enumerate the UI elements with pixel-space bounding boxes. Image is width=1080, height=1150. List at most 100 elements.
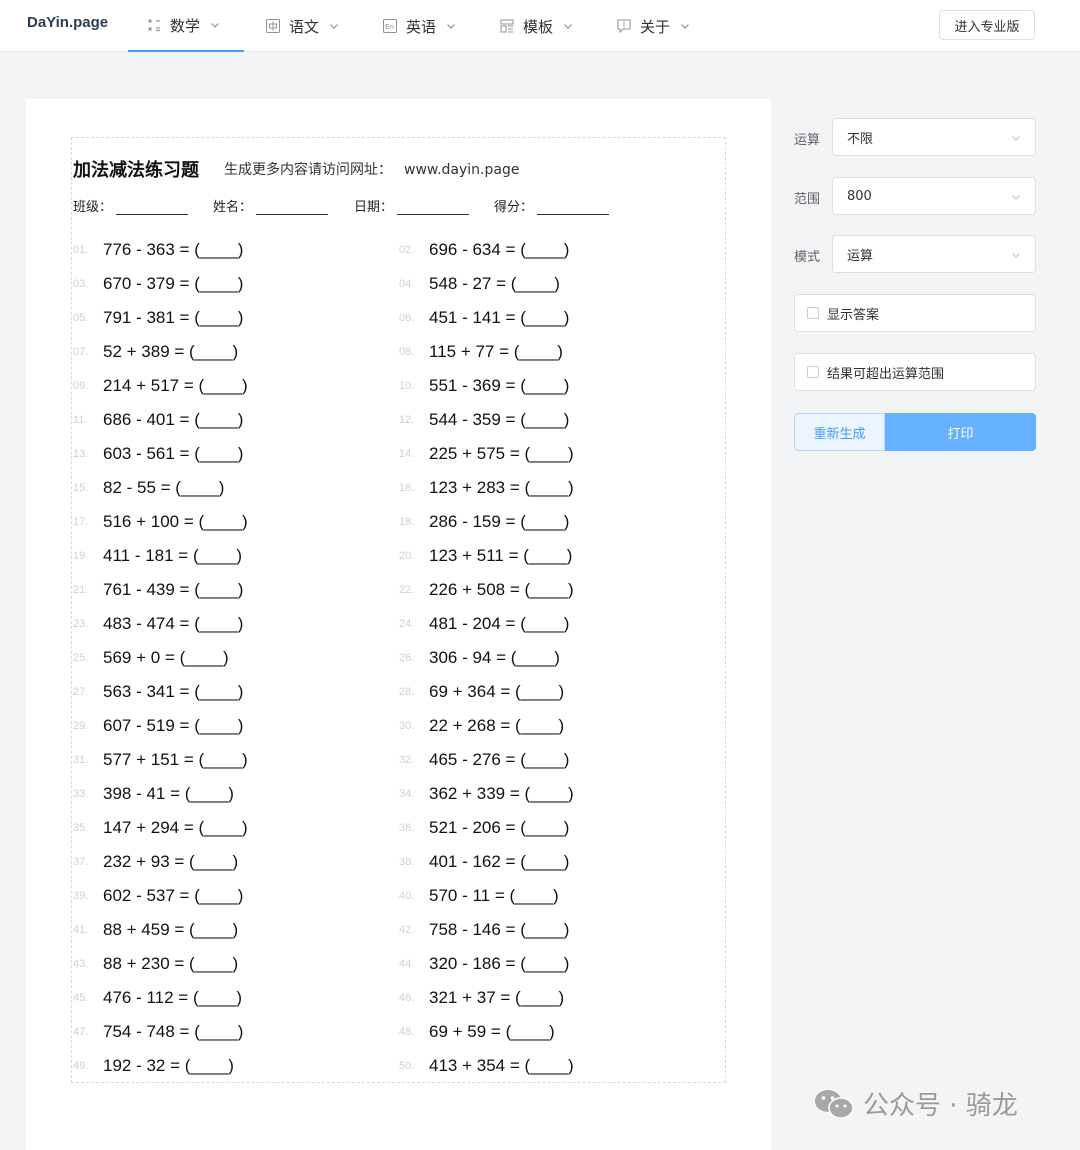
exceed-range-checkbox[interactable]: 结果可超出运算范围 bbox=[794, 353, 1036, 391]
problem-number: 47. bbox=[73, 1026, 89, 1038]
chevron-down-icon bbox=[1012, 136, 1020, 141]
brand-logo[interactable]: DaYin.page bbox=[27, 14, 108, 31]
nav-chinese-label: 语文 bbox=[289, 17, 320, 36]
problem-expression: 320 - 186 = (____) bbox=[429, 954, 570, 973]
operation-select[interactable]: 不限 bbox=[832, 118, 1036, 156]
range-select[interactable]: 800 bbox=[832, 177, 1036, 215]
problem-item: 27. 563 - 341 = (____) bbox=[73, 677, 243, 707]
problem-expression: 754 - 748 = (____) bbox=[103, 1022, 244, 1041]
nav-english[interactable]: En 英语 bbox=[382, 0, 456, 52]
problem-item: 19. 411 - 181 = (____) bbox=[73, 541, 242, 571]
template-icon bbox=[500, 19, 514, 33]
blank-line bbox=[537, 203, 610, 215]
problem-number: 31. bbox=[73, 754, 89, 766]
problem-item: 21. 761 - 439 = (____) bbox=[73, 575, 243, 605]
problem-item: 42. 758 - 146 = (____) bbox=[399, 915, 569, 945]
score-field: 得分： bbox=[494, 196, 610, 215]
problem-item: 33. 398 - 41 = (____) bbox=[73, 779, 234, 809]
problem-expression: 411 - 181 = (____) bbox=[103, 546, 243, 565]
chinese-char-icon bbox=[266, 19, 280, 33]
problem-expression: 321 + 37 = (____) bbox=[429, 988, 565, 1007]
math-ops-icon bbox=[148, 19, 160, 32]
subtitle-text: 生成更多内容请访问网址： bbox=[224, 162, 392, 178]
chevron-down-icon bbox=[1012, 195, 1020, 200]
problem-number: 40. bbox=[399, 890, 415, 902]
problem-item: 45. 476 - 112 = (____) bbox=[73, 983, 242, 1013]
problem-expression: 603 - 561 = (____) bbox=[103, 444, 244, 463]
regenerate-button[interactable]: 重新生成 bbox=[794, 413, 885, 451]
problem-number: 28. bbox=[399, 686, 415, 698]
date-field: 日期： bbox=[354, 196, 470, 215]
problem-expression: 451 - 141 = (____) bbox=[429, 308, 570, 327]
problem-expression: 602 - 537 = (____) bbox=[103, 886, 244, 905]
blank-line bbox=[116, 203, 189, 215]
problem-expression: 226 + 508 = (____) bbox=[429, 580, 574, 599]
problem-number: 41. bbox=[73, 924, 89, 936]
problem-number: 04. bbox=[399, 278, 415, 290]
problem-number: 21. bbox=[73, 584, 89, 596]
problem-number: 27. bbox=[73, 686, 89, 698]
problem-expression: 115 + 77 = (____) bbox=[429, 342, 563, 361]
nav-templates[interactable]: 模板 bbox=[499, 0, 573, 52]
problem-item: 15. 82 - 55 = (____) bbox=[73, 473, 224, 503]
date-label: 日期： bbox=[354, 200, 394, 215]
problem-expression: 123 + 283 = (____) bbox=[429, 478, 574, 497]
print-button[interactable]: 打印 bbox=[885, 413, 1036, 451]
problem-expression: 563 - 341 = (____) bbox=[103, 682, 244, 701]
problem-item: 12. 544 - 359 = (____) bbox=[399, 405, 569, 435]
problem-item: 01. 776 - 363 = (____) bbox=[73, 235, 243, 265]
problem-expression: 88 + 230 = (____) bbox=[103, 954, 239, 973]
message-alert-icon bbox=[617, 19, 631, 34]
mode-select[interactable]: 运算 bbox=[832, 235, 1036, 273]
problem-item: 02. 696 - 634 = (____) bbox=[399, 235, 569, 265]
problem-number: 49. bbox=[73, 1060, 89, 1072]
chevron-down-icon bbox=[1012, 253, 1020, 258]
checkbox-box[interactable] bbox=[807, 366, 819, 378]
problem-number: 44. bbox=[399, 958, 415, 970]
problem-item: 36. 521 - 206 = (____) bbox=[399, 813, 569, 843]
show-answer-checkbox[interactable]: 显示答案 bbox=[794, 294, 1036, 332]
problem-number: 24. bbox=[399, 618, 415, 630]
problem-item: 07. 52 + 389 = (____) bbox=[73, 337, 238, 367]
blank-line bbox=[256, 203, 329, 215]
problem-expression: 362 + 339 = (____) bbox=[429, 784, 574, 803]
problem-number: 25. bbox=[73, 652, 89, 664]
problem-expression: 465 - 276 = (____) bbox=[429, 750, 570, 769]
problem-expression: 569 + 0 = (____) bbox=[103, 648, 229, 667]
problem-item: 16. 123 + 283 = (____) bbox=[399, 473, 574, 503]
problem-item: 26. 306 - 94 = (____) bbox=[399, 643, 560, 673]
problem-number: 09. bbox=[73, 380, 89, 392]
watermark: 公众号 · 骑龙 bbox=[813, 1085, 1018, 1122]
nav-chinese[interactable]: 语文 bbox=[265, 0, 339, 52]
problem-expression: 521 - 206 = (____) bbox=[429, 818, 570, 837]
problem-item: 35. 147 + 294 = (____) bbox=[73, 813, 248, 843]
problem-number: 35. bbox=[73, 822, 89, 834]
pro-version-button[interactable]: 进入专业版 bbox=[939, 10, 1035, 40]
problem-number: 16. bbox=[399, 482, 415, 494]
chevron-down-icon bbox=[681, 24, 689, 29]
problem-item: 04. 548 - 27 = (____) bbox=[399, 269, 560, 299]
problem-expression: 214 + 517 = (____) bbox=[103, 376, 248, 395]
problem-expression: 52 + 389 = (____) bbox=[103, 342, 239, 361]
problem-number: 50. bbox=[399, 1060, 415, 1072]
problem-item: 24. 481 - 204 = (____) bbox=[399, 609, 569, 639]
problem-expression: 476 - 112 = (____) bbox=[103, 988, 243, 1007]
nav-english-label: 英语 bbox=[406, 17, 437, 36]
nav-about[interactable]: 关于 bbox=[616, 0, 690, 52]
problem-number: 07. bbox=[73, 346, 89, 358]
range-label: 范围 bbox=[794, 192, 821, 207]
checkbox-box[interactable] bbox=[807, 307, 819, 319]
problem-number: 12. bbox=[399, 414, 415, 426]
problem-expression: 401 - 162 = (____) bbox=[429, 852, 570, 871]
problem-number: 42. bbox=[399, 924, 415, 936]
problem-expression: 516 + 100 = (____) bbox=[103, 512, 248, 531]
problem-item: 08. 115 + 77 = (____) bbox=[399, 337, 563, 367]
wechat-icon bbox=[815, 1089, 854, 1119]
worksheet-subtitle: 生成更多内容请访问网址： www.dayin.page bbox=[224, 159, 519, 179]
blank-line bbox=[397, 203, 470, 215]
problem-number: 13. bbox=[73, 448, 89, 460]
nav-math[interactable]: 数学 bbox=[128, 0, 244, 52]
operation-value: 不限 bbox=[847, 131, 874, 147]
problem-item: 23. 483 - 474 = (____) bbox=[73, 609, 243, 639]
problem-item: 50. 413 + 354 = (____) bbox=[399, 1051, 574, 1081]
